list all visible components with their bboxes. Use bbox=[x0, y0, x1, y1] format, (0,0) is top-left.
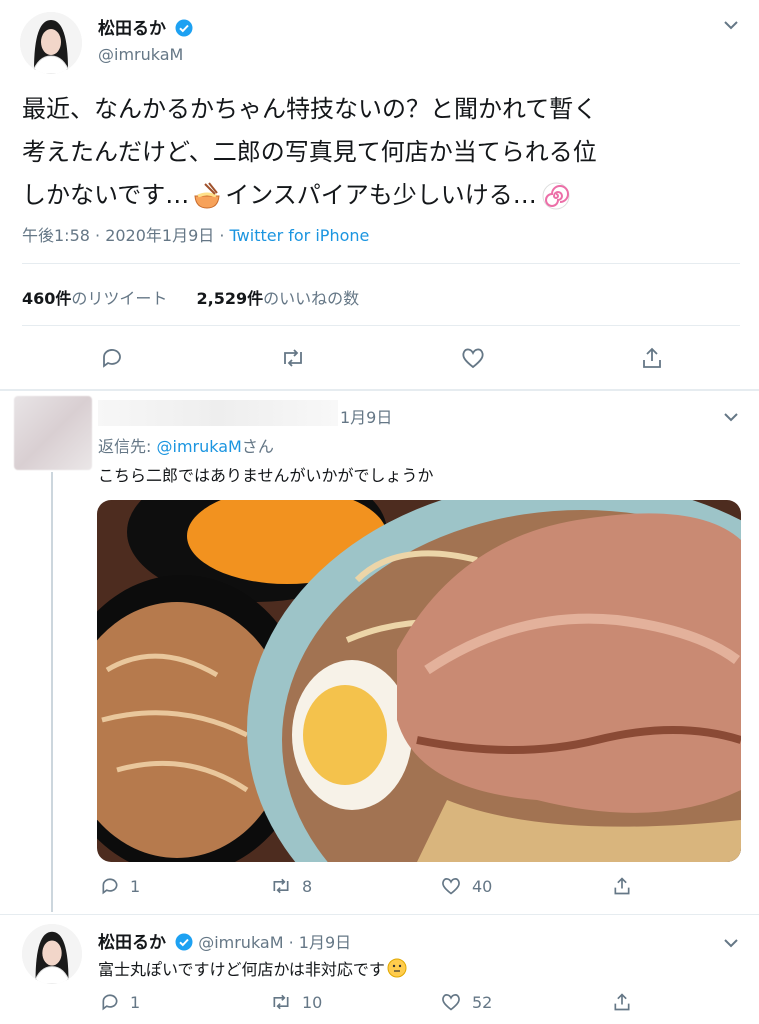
reply-icon bbox=[102, 878, 118, 895]
reply-text: 富士丸ぽいですけど何店かは非対応です bbox=[98, 960, 385, 979]
replying-to: 返信先: @imrukaMさん bbox=[98, 437, 274, 456]
likes-stat[interactable]: 2,529件のいいねの数 bbox=[197, 289, 360, 308]
share-button[interactable] bbox=[640, 346, 664, 374]
more-options-chevron-icon[interactable] bbox=[722, 16, 740, 35]
ramen-bowl-emoji-icon bbox=[191, 180, 223, 212]
avatar[interactable] bbox=[14, 396, 92, 470]
reply-count: 1 bbox=[130, 876, 141, 896]
avatar[interactable] bbox=[22, 924, 82, 984]
heart-icon bbox=[442, 994, 460, 1011]
narutomaki-emoji-icon bbox=[541, 181, 571, 211]
like-count: 40 bbox=[472, 876, 493, 896]
author-line: 松田るか bbox=[98, 14, 193, 41]
more-options-chevron-icon[interactable] bbox=[722, 408, 740, 427]
heart-icon bbox=[462, 348, 484, 369]
reply-text-row: 富士丸ぽいですけど何店かは非対応です bbox=[98, 956, 407, 980]
verified-badge-icon bbox=[175, 933, 193, 955]
share-icon bbox=[614, 877, 630, 895]
like-button[interactable] bbox=[460, 346, 486, 374]
verified-badge-icon bbox=[175, 19, 193, 41]
share-button[interactable] bbox=[612, 876, 632, 900]
engagement-stats: 460件のリツイート 2,529件のいいねの数 bbox=[22, 285, 359, 309]
reply-count: 1 bbox=[130, 992, 141, 1012]
divider bbox=[0, 914, 759, 915]
retweet-button[interactable] bbox=[280, 346, 306, 374]
reply-icon bbox=[102, 994, 118, 1011]
reply-icon bbox=[103, 349, 121, 368]
heart-icon bbox=[442, 878, 460, 895]
avatar[interactable] bbox=[20, 12, 82, 74]
handle[interactable]: @imrukaM bbox=[198, 933, 283, 952]
reply-button[interactable]: 1 bbox=[100, 876, 140, 896]
reply-to-handle-link[interactable]: @imrukaM bbox=[157, 437, 242, 456]
reply-text: こちら二郎ではありませんがいかがでしょうか bbox=[98, 466, 434, 485]
retweet-button[interactable]: 10 bbox=[270, 992, 322, 1012]
divider bbox=[0, 389, 759, 391]
reply-date[interactable]: 1月9日 bbox=[340, 404, 392, 428]
retweet-count: 8 bbox=[302, 876, 313, 896]
reply-button[interactable] bbox=[100, 346, 124, 374]
reply-date[interactable]: · 1月9日 bbox=[289, 933, 352, 952]
like-button[interactable]: 40 bbox=[440, 876, 492, 896]
thinking-face-emoji-icon bbox=[387, 958, 407, 978]
thread-line bbox=[51, 472, 53, 912]
retweet-icon bbox=[273, 878, 289, 894]
author-line: 松田るか @imrukaM · 1月9日 bbox=[98, 928, 351, 955]
display-name[interactable]: 松田るか bbox=[98, 19, 166, 39]
retweet-icon bbox=[273, 994, 289, 1010]
tweet-text-line: 考えたんだけど、二郎の写真見て何店か当てられる位 bbox=[22, 138, 597, 166]
retweets-stat[interactable]: 460件のリツイート bbox=[22, 289, 173, 308]
tweet-meta: 午後1:58 · 2020年1月9日 · Twitter for iPhone bbox=[22, 222, 369, 246]
share-icon bbox=[643, 347, 661, 368]
like-count: 52 bbox=[472, 992, 493, 1012]
tweet-text-line: 最近、なんかるかちゃん特技ないの？と聞かれて暫く bbox=[22, 95, 598, 123]
tweet-timestamp[interactable]: 午後1:58 · 2020年1月9日 · bbox=[22, 226, 224, 245]
tweet-text: 最近、なんかるかちゃん特技ないの？と聞かれて暫く 考えたんだけど、二郎の写真見て… bbox=[22, 88, 742, 217]
tweet-text-line: しかないです… インスパイアも少しいける… bbox=[22, 174, 742, 217]
ramen-photo[interactable] bbox=[97, 500, 741, 862]
divider bbox=[22, 263, 740, 264]
display-name[interactable]: 松田るか bbox=[98, 933, 166, 953]
tweet-client-link[interactable]: Twitter for iPhone bbox=[230, 226, 370, 245]
retweet-count: 10 bbox=[302, 992, 323, 1012]
retweet-button[interactable]: 8 bbox=[270, 876, 312, 896]
reply-button[interactable]: 1 bbox=[100, 992, 140, 1012]
divider bbox=[22, 325, 740, 326]
share-button[interactable] bbox=[612, 992, 632, 1016]
handle[interactable]: @imrukaM bbox=[98, 45, 183, 64]
share-icon bbox=[614, 993, 630, 1011]
retweet-icon bbox=[284, 349, 302, 367]
more-options-chevron-icon[interactable] bbox=[722, 934, 740, 953]
like-button[interactable]: 52 bbox=[440, 992, 492, 1012]
display-name-blurred[interactable] bbox=[98, 400, 338, 426]
